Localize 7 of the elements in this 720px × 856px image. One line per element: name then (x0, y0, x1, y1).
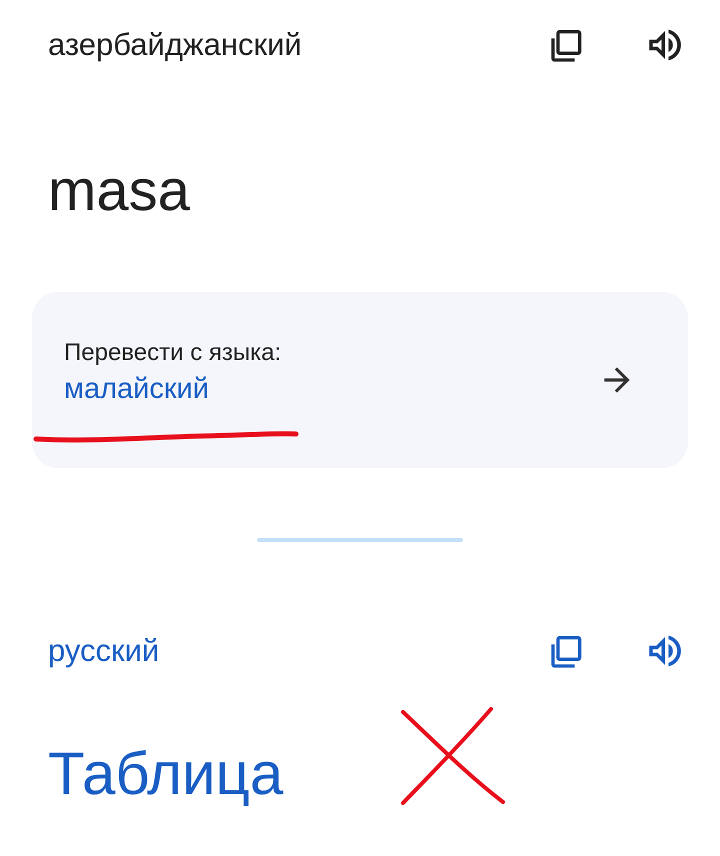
translation-text: Таблица (48, 744, 284, 804)
detected-language: малайский (64, 372, 210, 406)
source-text: masa (47, 157, 191, 220)
detect-language-card[interactable]: Перевести с языка: малайский (32, 292, 688, 468)
source-language: азербайджанский (48, 27, 302, 63)
translate-from-label: Перевести с языка: (64, 338, 282, 366)
target-language[interactable]: русский (48, 633, 160, 669)
